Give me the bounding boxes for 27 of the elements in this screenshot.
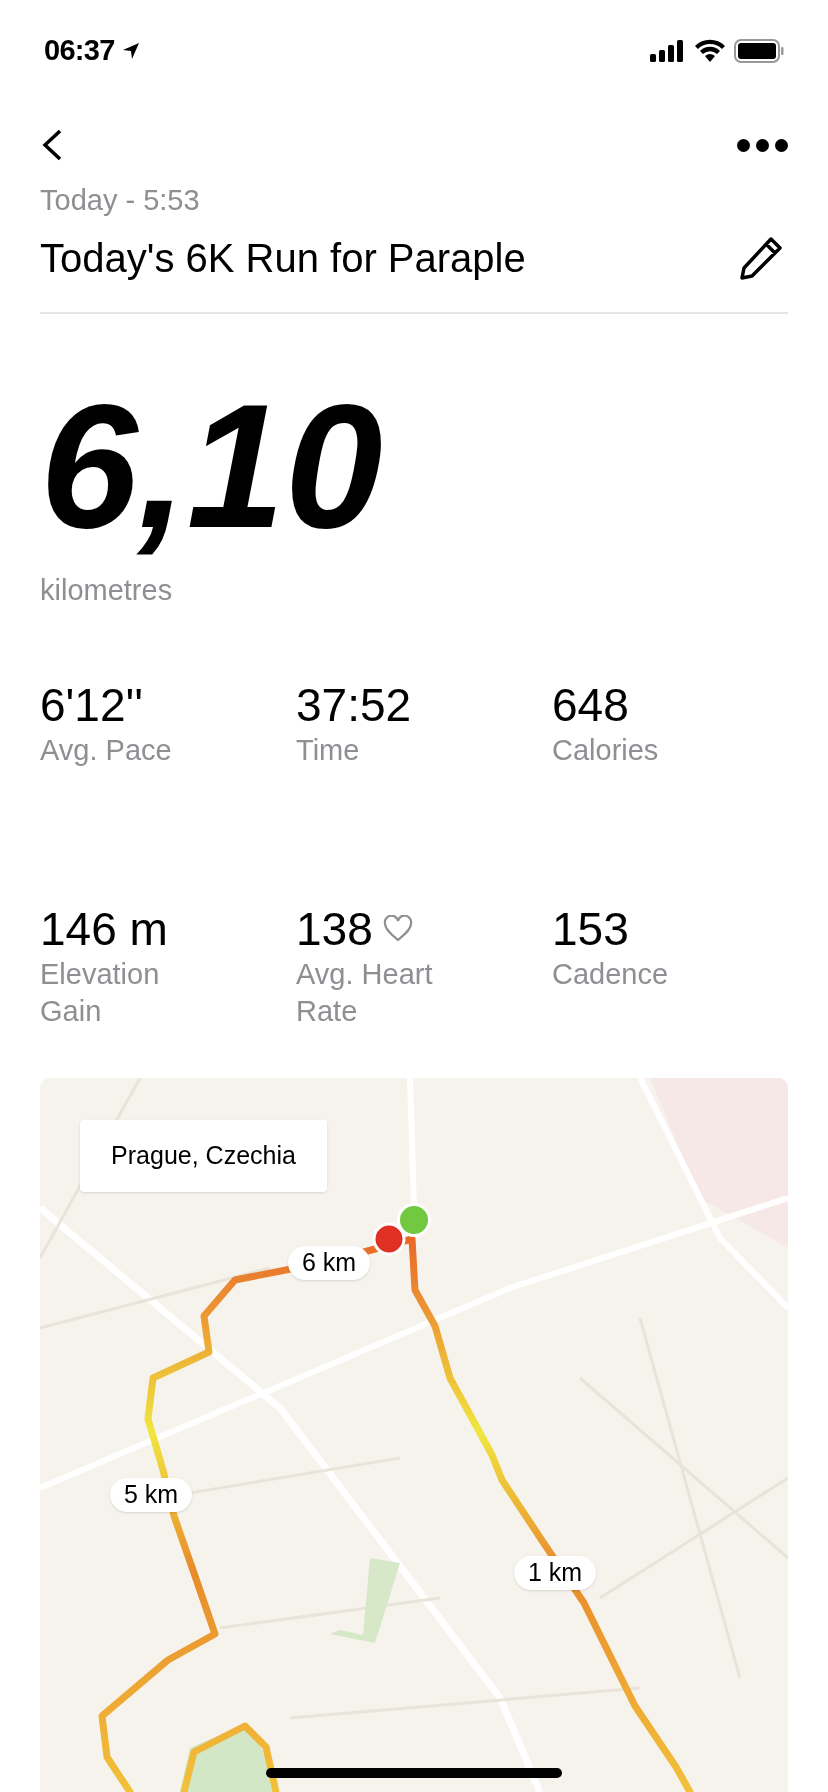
stat-value: 37:52 — [296, 678, 412, 732]
stat-label: Calories — [552, 733, 660, 768]
stat-label: Avg. Heart Rate — [296, 957, 434, 1029]
battery-icon — [734, 39, 784, 63]
stat-value: 6'12'' — [40, 678, 144, 732]
wifi-icon — [694, 39, 726, 63]
activity-title: Today's 6K Run for Paraple — [40, 235, 526, 282]
stat-value: 153 — [552, 902, 629, 956]
signal-icon — [650, 40, 686, 62]
heart-icon — [382, 915, 413, 943]
stat-value: 648 — [552, 678, 629, 732]
distance-unit: kilometres — [40, 573, 173, 608]
location-label: Prague, Czechia — [80, 1120, 327, 1192]
stat-value: 138 — [296, 902, 373, 956]
finish-marker — [372, 1222, 406, 1256]
distance-marker-label: 1 km — [514, 1556, 597, 1590]
stat-label: Elevation Gain — [40, 957, 161, 1029]
activity-date: Today - 5:53 — [40, 183, 201, 218]
stat-value: 146 m — [40, 902, 168, 956]
distance-value: 6,10 — [40, 367, 384, 566]
status-time: 06:37 — [44, 33, 115, 69]
distance-marker-label: 6 km — [288, 1246, 371, 1280]
edit-button[interactable] — [738, 235, 784, 281]
stat-label: Time — [296, 733, 361, 768]
stat-label: Avg. Pace — [40, 733, 173, 768]
stat-label: Cadence — [552, 957, 670, 992]
distance-marker-label: 5 km — [110, 1478, 193, 1512]
